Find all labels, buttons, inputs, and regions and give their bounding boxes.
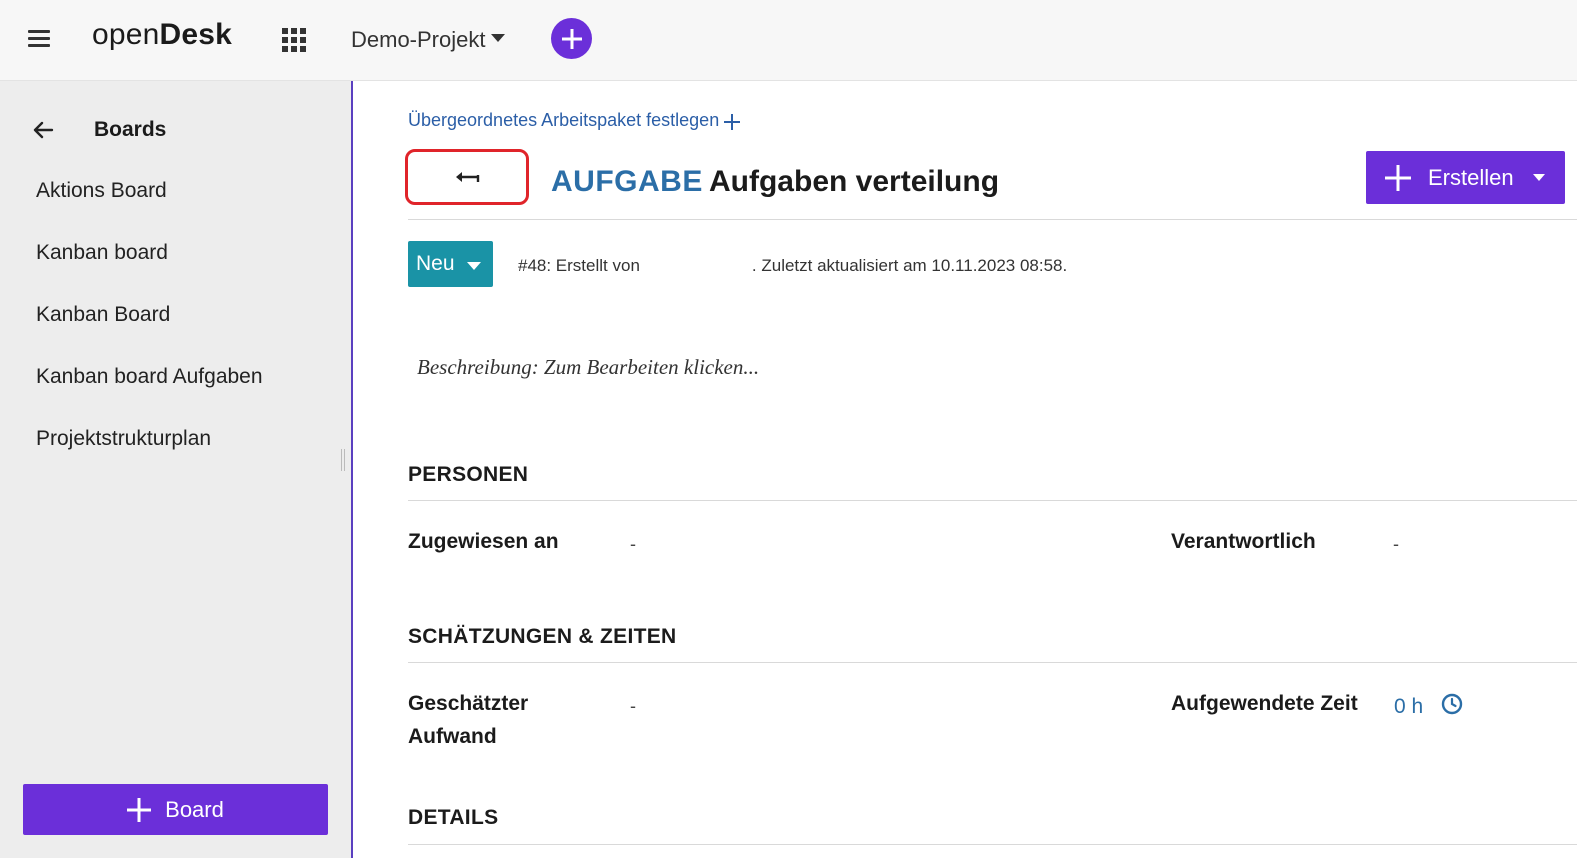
project-select[interactable]: Demo-Projekt bbox=[351, 27, 506, 53]
back-button[interactable] bbox=[405, 149, 529, 205]
description-field[interactable]: Beschreibung: Zum Bearbeiten klicken... bbox=[417, 355, 759, 380]
divider bbox=[408, 662, 1577, 663]
section-title-estimates: SCHÄTZUNGEN & ZEITEN bbox=[408, 625, 677, 648]
assignee-value[interactable]: - bbox=[630, 534, 636, 555]
estimated-time-label-line2: Aufwand bbox=[408, 725, 497, 748]
sidebar: Boards Aktions Board Kanban board Kanban… bbox=[0, 81, 353, 858]
sidebar-item-projektstrukturplan[interactable]: Projektstrukturplan bbox=[36, 424, 263, 486]
sidebar-item-kanban-board-aufgaben[interactable]: Kanban board Aufgaben bbox=[36, 362, 263, 424]
sidebar-item-kanban-board-2[interactable]: Kanban Board bbox=[36, 300, 263, 362]
back-arrow-icon bbox=[456, 172, 480, 182]
estimated-time-label-line1: Geschätzter bbox=[408, 692, 529, 715]
status-dropdown[interactable]: Neu bbox=[408, 241, 493, 287]
meta-created-by: #48: Erstellt von bbox=[518, 256, 640, 275]
sidebar-list: Aktions Board Kanban board Kanban Board … bbox=[36, 176, 263, 486]
plus-icon bbox=[724, 114, 740, 130]
responsible-label: Verantwortlich bbox=[1171, 530, 1316, 553]
meta-updated: . Zuletzt aktualisiert am 10.11.2023 08:… bbox=[751, 256, 1068, 275]
add-board-button[interactable]: Board bbox=[23, 784, 328, 835]
set-parent-link[interactable]: Übergeordnetes Arbeitspaket festlegen bbox=[408, 110, 740, 131]
section-title-details: DETAILS bbox=[408, 806, 499, 829]
main-content: Übergeordnetes Arbeitspaket festlegen AU… bbox=[355, 81, 1577, 858]
logo-part-open: open bbox=[92, 18, 160, 51]
sidebar-item-aktions-board[interactable]: Aktions Board bbox=[36, 176, 263, 238]
divider bbox=[408, 219, 1577, 220]
menu-icon[interactable] bbox=[28, 30, 50, 48]
sidebar-title: Boards bbox=[94, 118, 167, 141]
plus-icon bbox=[1385, 165, 1411, 191]
spent-time-amount: 0 h bbox=[1394, 695, 1424, 718]
clock-icon[interactable] bbox=[1441, 693, 1463, 721]
caret-down-icon bbox=[466, 261, 481, 270]
divider bbox=[408, 844, 1577, 845]
work-package-subject[interactable]: Aufgaben verteilung bbox=[709, 165, 999, 199]
estimated-time-value[interactable]: - bbox=[630, 696, 636, 717]
divider bbox=[408, 500, 1577, 501]
work-package-meta: #48: Erstellt von . Zuletzt aktualisiert … bbox=[518, 256, 1067, 276]
section-title-persons: PERSONEN bbox=[408, 463, 529, 486]
plus-icon bbox=[127, 798, 151, 822]
estimated-time-label: Geschätzter Aufwand bbox=[408, 687, 528, 753]
set-parent-label: Übergeordnetes Arbeitspaket festlegen bbox=[408, 110, 720, 130]
sidebar-resize-handle[interactable] bbox=[341, 449, 345, 471]
top-header: openDesk Demo-Projekt bbox=[0, 0, 1577, 81]
project-name: Demo-Projekt bbox=[351, 27, 486, 52]
apps-grid-icon[interactable] bbox=[282, 28, 306, 52]
caret-down-icon bbox=[491, 34, 506, 42]
spent-time-label: Aufgewendete Zeit bbox=[1171, 692, 1358, 715]
add-board-label: Board bbox=[165, 796, 224, 822]
create-button[interactable]: Erstellen bbox=[1366, 151, 1565, 204]
logo-part-desk: Desk bbox=[159, 18, 233, 51]
sidebar-header: Boards bbox=[32, 118, 166, 142]
arrow-left-icon[interactable] bbox=[32, 119, 54, 141]
create-button-label: Erstellen bbox=[1428, 164, 1514, 190]
responsible-value[interactable]: - bbox=[1393, 534, 1399, 555]
assignee-label: Zugewiesen an bbox=[408, 530, 559, 553]
status-label: Neu bbox=[416, 252, 455, 275]
logo[interactable]: openDesk bbox=[92, 18, 232, 52]
work-package-type: AUFGABE bbox=[551, 165, 703, 198]
caret-down-icon bbox=[1532, 174, 1545, 181]
spent-time-value[interactable]: 0 h bbox=[1394, 693, 1463, 721]
global-create-plus-icon[interactable] bbox=[551, 18, 592, 59]
sidebar-item-kanban-board[interactable]: Kanban board bbox=[36, 238, 263, 300]
